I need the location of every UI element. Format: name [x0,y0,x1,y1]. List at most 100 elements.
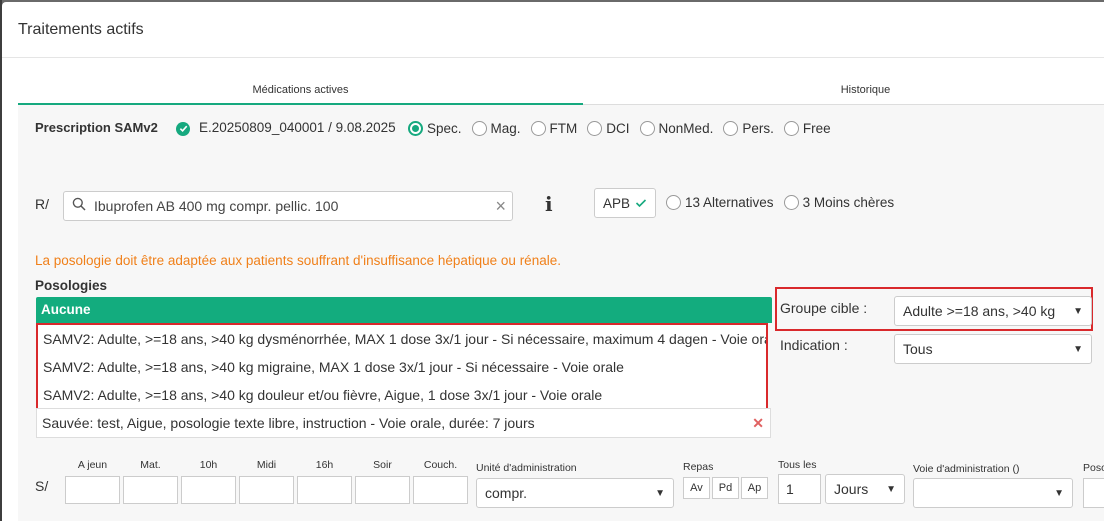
time-label-soir: Soir [373,459,392,471]
posology-list: Aucune SAMV2: Adulte, >=18 ans, >40 kg d… [36,297,772,411]
radio-free-circle [783,121,799,136]
target-group-value: Adulte >=18 ans, >40 kg [903,303,1056,319]
dose-input-10h[interactable] [181,476,236,504]
indication-label: Indication : [780,337,848,353]
dose-input-soir[interactable] [355,476,410,504]
dose-input-ajeun[interactable] [65,476,120,504]
tab-active-medications[interactable]: Médications actives [18,77,583,105]
highlighted-posology-group: SAMV2: Adulte, >=18 ans, >40 kg dysménor… [36,323,768,411]
radio-alternatives-circle [666,195,681,210]
posologies-label: Posologies [35,278,108,293]
radio-cheaper-circle [783,195,799,210]
unit-select[interactable]: compr. ▼ [476,478,674,508]
radio-dci-circle [587,121,603,136]
radio-pers[interactable]: Pers. [723,121,774,136]
target-group-select[interactable]: Adulte >=18 ans, >40 kg ▼ [894,296,1092,326]
chevron-down-icon: ▼ [655,487,665,499]
frequency-input[interactable]: 1 [778,474,821,504]
remove-saved-icon[interactable]: ✕ [752,415,764,432]
radio-nonmed-circle [639,121,655,136]
repas-after-button[interactable]: Ap [741,477,768,499]
chevron-down-icon: ▼ [886,483,896,495]
dose-input-midi[interactable] [239,476,294,504]
saved-posology-row[interactable]: Sauvée: test, Aigue, posologie texte lib… [36,408,771,438]
radio-spec-label: Spec. [427,121,462,136]
active-treatments-modal: Traitements actifs Médications actives H… [2,2,1104,521]
indication-value: Tous [903,341,933,357]
dose-input-16h[interactable] [297,476,352,504]
radio-nonmed-label: NonMed. [658,121,714,136]
main-content: Prescription SAMv2 E.20250809_040001 / 9… [18,105,1104,521]
saved-posology-text: Sauvée: test, Aigue, posologie texte lib… [42,415,535,431]
route-label: Voie d'administration () [913,463,1020,475]
radio-mag-label: Mag. [490,121,521,136]
radio-pers-label: Pers. [742,121,774,136]
clear-search-icon[interactable]: × [495,197,506,215]
apb-check-icon [635,196,647,211]
radio-ftm-label: FTM [549,121,578,136]
prescription-label: Prescription SAMv2 [35,120,158,135]
repas-buttons: Av Pd Ap [683,477,768,499]
time-label-mat: Mat. [140,459,161,471]
tab-history[interactable]: Historique [583,77,1104,105]
radio-alternatives-label: 13 Alternatives [685,195,774,210]
time-label-ajeun: A jeun [77,459,108,471]
apb-button-label: APB [603,195,631,211]
frequency-unit-select[interactable]: Jours ▼ [825,474,905,504]
radio-alternatives[interactable]: 13 Alternatives [666,195,774,210]
prescription-type-radios: Spec. Mag. FTM DCI NonMed. Pers. Free [408,121,841,136]
repas-during-button[interactable]: Pd [712,477,739,499]
prescription-reference: E.20250809_040001 / 9.08.2025 [199,120,396,135]
radio-pers-circle [723,121,739,136]
radio-free[interactable]: Free [783,121,831,136]
prescription-check-icon [176,120,190,138]
time-label-couch: Couch. [423,459,458,471]
info-icon[interactable]: i [545,192,553,216]
time-label-16h: 16h [315,459,334,471]
repas-label: Repas [683,461,714,473]
radio-ftm[interactable]: FTM [530,121,578,136]
posology-item[interactable]: SAMV2: Adulte, >=18 ans, >40 kg douleur … [38,381,766,409]
dose-input-couch[interactable] [413,476,468,504]
schedule-label: S/ [35,478,49,494]
radio-spec-circle [408,121,423,136]
radio-free-label: Free [802,121,831,136]
apb-button[interactable]: APB [594,188,657,218]
radio-nonmed[interactable]: NonMed. [639,121,714,136]
poso-label: Poso [1083,462,1104,474]
unit-label: Unité d'administration [476,462,577,474]
route-select[interactable]: ▼ [913,478,1073,508]
unit-value: compr. [485,485,528,501]
radio-dci[interactable]: DCI [587,121,630,136]
radio-mag-circle [471,121,487,136]
radio-cheaper[interactable]: 3 Moins chères [783,195,895,210]
tab-bar: Médications actives Historique [18,77,1104,105]
time-label-10h: 10h [199,459,218,471]
radio-dci-label: DCI [606,121,630,136]
repas-before-button[interactable]: Av [683,477,710,499]
medication-search-input[interactable] [94,198,496,214]
posology-item[interactable]: SAMV2: Adulte, >=18 ans, >40 kg migraine… [38,353,766,381]
radio-mag[interactable]: Mag. [471,121,521,136]
search-icon [72,197,86,216]
medication-search-box: × [63,191,513,221]
modal-header: Traitements actifs [2,2,1104,58]
indication-select[interactable]: Tous ▼ [894,334,1092,364]
dose-input-mat[interactable] [123,476,178,504]
target-group-label: Groupe cible : [780,300,868,316]
poso-input[interactable] [1083,478,1104,508]
chevron-down-icon: ▼ [1073,305,1083,317]
posology-none-option[interactable]: Aucune [36,297,772,323]
radio-ftm-circle [530,121,546,136]
posology-item[interactable]: SAMV2: Adulte, >=18 ans, >40 kg dysménor… [38,325,766,353]
chevron-down-icon: ▼ [1054,487,1064,499]
alternatives-radios: 13 Alternatives 3 Moins chères [666,195,904,210]
time-label-midi: Midi [256,459,277,471]
modal-title: Traitements actifs [18,20,144,38]
recipe-label: R/ [35,196,49,212]
frequency-unit-value: Jours [834,481,869,497]
radio-cheaper-label: 3 Moins chères [802,195,895,210]
posology-warning: La posologie doit être adaptée aux patie… [35,253,561,268]
radio-spec[interactable]: Spec. [408,121,462,136]
chevron-down-icon: ▼ [1073,343,1083,355]
